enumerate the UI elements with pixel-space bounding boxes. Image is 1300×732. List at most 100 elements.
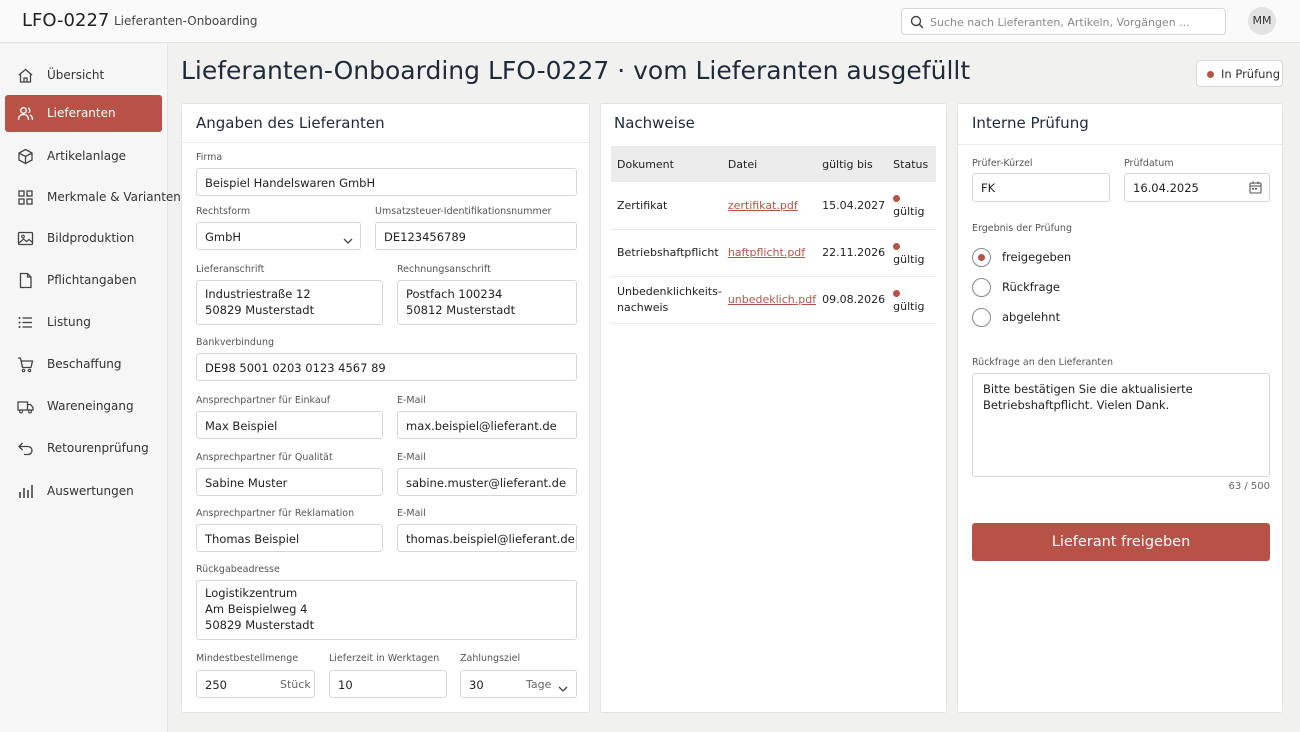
- textarea-line: Betriebshaftpflicht. Vielen Dank.: [983, 398, 1170, 412]
- rechnungsanschrift-field[interactable]: Postfach 100234 50812 Musterstadt: [397, 280, 577, 325]
- email-label: E-Mail: [397, 395, 426, 406]
- zahlungsziel-unit: Tage: [526, 678, 552, 691]
- lieferanschrift-field[interactable]: Industriestraße 12 50829 Musterstadt: [196, 280, 383, 325]
- rechtsform-select[interactable]: GmbH: [196, 222, 361, 250]
- contact-role-label: Ansprechpartner für Einkauf: [196, 395, 331, 406]
- pruefer-label: Prüfer-Kürzel: [972, 158, 1033, 169]
- address-line: Logistikzentrum: [205, 586, 298, 600]
- documents-card-title: Nachweise: [614, 114, 695, 132]
- zahlungsziel-label: Zahlungsziel: [460, 653, 521, 664]
- contact-name-value: Thomas Beispiel: [205, 532, 300, 546]
- contact-name-field[interactable]: Max Beispiel: [196, 411, 383, 439]
- doc-name-text: Unbedenklichkeits-: [617, 284, 722, 298]
- status-text: gültig: [893, 252, 925, 266]
- file-link[interactable]: haftpflicht.pdf: [721, 229, 817, 277]
- email-field[interactable]: thomas.beispiel@lieferant.de: [397, 524, 577, 552]
- sidebar-item-beschaffung[interactable]: Beschaffung: [5, 346, 162, 383]
- rechnungsanschrift-label: Rechnungsanschrift: [397, 264, 491, 275]
- sidebar-item-auswertungen[interactable]: Auswertungen: [5, 473, 162, 510]
- sidebar-item-retourenpruefung[interactable]: Retourenprüfung: [5, 430, 162, 467]
- sidebar-item-label: Wareneingang: [47, 399, 134, 413]
- sidebar-item-label: Merkmale & Varianten: [47, 190, 181, 204]
- return-icon: [17, 440, 34, 457]
- rueckgabe-label: Rückgabeadresse: [196, 564, 280, 575]
- contact-name-field[interactable]: Sabine Muster: [196, 468, 383, 496]
- column-header[interactable]: Status: [887, 146, 936, 182]
- lieferanschrift-label: Lieferanschrift: [196, 264, 265, 275]
- email-label: E-Mail: [397, 452, 426, 463]
- search-input[interactable]: [930, 12, 1220, 32]
- column-header[interactable]: Dokument: [611, 146, 722, 182]
- zahlungsziel-select[interactable]: 30 Tage: [460, 670, 577, 698]
- email-field[interactable]: sabine.muster@lieferant.de: [397, 468, 577, 496]
- sidebar-item-label: Lieferanten: [47, 106, 116, 120]
- sidebar-item-label: Artikelanlage: [47, 149, 127, 163]
- calendar-icon[interactable]: [1249, 181, 1262, 197]
- rueckgabe-field[interactable]: Logistikzentrum Am Beispielweg 4 50829 M…: [196, 580, 577, 640]
- sidebar-item-uebersicht[interactable]: Übersicht: [5, 57, 162, 94]
- sidebar-item-artikelanlage[interactable]: Artikelanlage: [5, 138, 162, 175]
- status-text: gültig: [893, 205, 925, 219]
- sidebar-item-lieferanten[interactable]: Lieferanten: [5, 95, 162, 132]
- review-card-title: Interne Prüfung: [972, 114, 1089, 132]
- address-line: 50829 Musterstadt: [205, 303, 315, 317]
- lieferzeit-value: 10: [338, 678, 353, 692]
- file-link[interactable]: zertifikat.pdf: [721, 182, 817, 230]
- contact-name-field[interactable]: Thomas Beispiel: [196, 524, 383, 552]
- lieferzeit-field[interactable]: 10: [329, 670, 447, 698]
- mbm-value: 250: [205, 678, 227, 692]
- file-link[interactable]: unbedeklich.pdf: [721, 276, 817, 324]
- sidebar-item-label: Auswertungen: [47, 484, 134, 498]
- textarea-line: Bitte bestätigen Sie die aktualisierte: [983, 382, 1193, 396]
- search-box[interactable]: [901, 8, 1226, 35]
- rechtsform-label: Rechtsform: [196, 206, 251, 217]
- sidebar-item-label: Retourenprüfung: [47, 441, 149, 455]
- firma-field[interactable]: Beispiel Handelswaren GmbH: [196, 168, 577, 196]
- email-value: thomas.beispiel@lieferant.de: [406, 532, 575, 546]
- breadcrumb[interactable]: Lieferanten-Onboarding: [114, 14, 258, 28]
- address-line: Am Beispielweg 4: [205, 602, 308, 616]
- column-header[interactable]: gültig bis: [816, 146, 888, 182]
- column-header[interactable]: Datei: [721, 146, 817, 182]
- sidebar-item-merkmale[interactable]: Merkmale & Varianten: [5, 179, 181, 216]
- firma-value: Beispiel Handelswaren GmbH: [205, 176, 376, 190]
- email-field[interactable]: max.beispiel@lieferant.de: [397, 411, 577, 439]
- pruefdatum-value: 16.04.2025: [1133, 181, 1199, 195]
- sidebar-item-pflichtangaben[interactable]: Pflichtangaben: [5, 262, 162, 299]
- radio-circle[interactable]: [972, 308, 991, 327]
- contact-role-label: Ansprechpartner für Qualität: [196, 452, 333, 463]
- divider: [182, 142, 589, 143]
- sidebar-item-label: Bildproduktion: [47, 231, 135, 245]
- sidebar-item-wareneingang[interactable]: Wareneingang: [5, 388, 162, 425]
- radio-label: freigegeben: [1002, 250, 1072, 264]
- pruefdatum-field[interactable]: 16.04.2025: [1124, 173, 1270, 202]
- ustid-field[interactable]: DE123456789: [375, 222, 577, 250]
- table-row: Zertifikat zertifikat.pdf 15.04.2027 gül…: [611, 182, 936, 230]
- status-label: In Prüfung: [1221, 67, 1281, 81]
- status-cell: gültig: [887, 276, 936, 324]
- radio-selected-dot: [978, 254, 985, 261]
- approve-supplier-button[interactable]: Lieferant freigeben: [972, 523, 1270, 561]
- radio-circle[interactable]: [972, 248, 991, 267]
- truck-icon: [17, 398, 34, 415]
- users-icon: [17, 105, 34, 122]
- pruefer-field[interactable]: FK: [972, 173, 1110, 202]
- app-id: LFO-0227: [22, 10, 110, 31]
- user-avatar[interactable]: MM: [1248, 7, 1276, 35]
- ustid-value: DE123456789: [384, 230, 466, 244]
- bank-label: Bankverbindung: [196, 337, 275, 348]
- status-dot-icon: [893, 289, 901, 297]
- address-line: 50829 Musterstadt: [205, 618, 315, 632]
- table-header-row: Dokument Datei gültig bis Status: [611, 146, 936, 182]
- divider: [958, 144, 1282, 145]
- bank-value: DE98 5001 0203 0123 4567 89: [205, 361, 386, 375]
- sidebar-item-bildproduktion[interactable]: Bildproduktion: [5, 220, 162, 257]
- bank-field[interactable]: DE98 5001 0203 0123 4567 89: [196, 353, 577, 381]
- status-cell: gültig: [887, 229, 936, 277]
- box-icon: [17, 148, 34, 165]
- mbm-field[interactable]: 250 Stück: [196, 670, 315, 698]
- sidebar-item-listung[interactable]: Listung: [5, 304, 162, 341]
- status-dot-icon: [893, 242, 901, 250]
- radio-circle[interactable]: [972, 278, 991, 297]
- rueckfrage-textarea[interactable]: Bitte bestätigen Sie die aktualisierte B…: [972, 373, 1270, 477]
